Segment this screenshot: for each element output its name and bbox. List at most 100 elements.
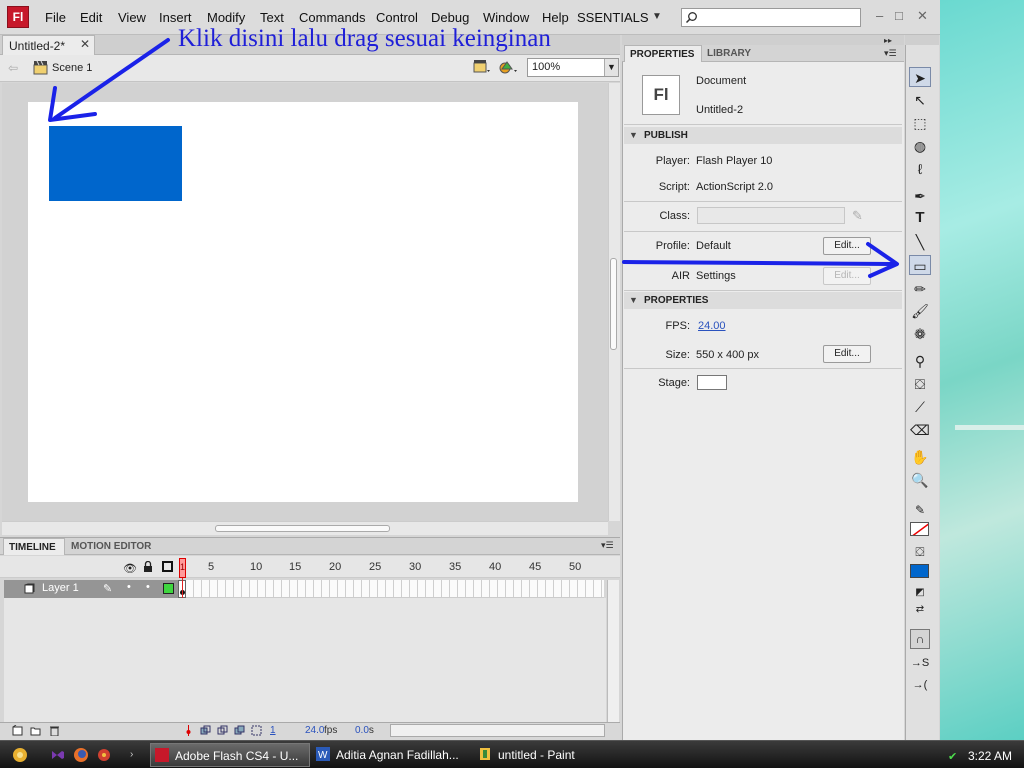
new-layer-icon[interactable]	[12, 725, 23, 736]
pen-tool-icon[interactable]: ✒	[909, 186, 931, 206]
stage-horizontal-scroll-thumb[interactable]	[215, 525, 390, 532]
selection-tool-icon[interactable]: ➤	[909, 67, 931, 87]
chevron-down-icon[interactable]: ▼	[652, 11, 662, 22]
menu-edit[interactable]: Edit	[80, 10, 102, 25]
minimize-button[interactable]: –	[876, 8, 883, 23]
size-value: 550 x 400 px	[696, 349, 759, 361]
menu-modify[interactable]: Modify	[207, 10, 245, 25]
layer-frames[interactable]	[186, 580, 604, 598]
lock-dot[interactable]: •	[146, 581, 150, 593]
eraser-tool-icon[interactable]: ⌫	[909, 420, 931, 440]
onion-skin-outlines-icon[interactable]	[217, 725, 228, 736]
stage-vertical-scroll-thumb[interactable]	[610, 258, 617, 350]
fill-color-swatch[interactable]	[910, 564, 929, 578]
timeline-header	[0, 556, 620, 578]
layer-name[interactable]: Layer 1	[42, 582, 79, 594]
task-word-document[interactable]: W Aditia Agnan Fadillah...	[312, 743, 472, 767]
layer-outline-color[interactable]	[163, 583, 174, 594]
menu-insert[interactable]: Insert	[159, 10, 192, 25]
blue-rectangle-shape[interactable]	[49, 126, 182, 201]
maximize-button[interactable]: □	[895, 8, 903, 23]
deco-tool-icon[interactable]: ❁	[909, 324, 931, 344]
bone-tool-icon[interactable]: ⚲	[909, 351, 931, 371]
collapse-panel-icon[interactable]: ▸▸	[884, 36, 892, 45]
modify-onion-markers-icon[interactable]	[251, 725, 262, 736]
straighten-icon[interactable]: →(	[909, 675, 931, 695]
lock-icon[interactable]	[143, 561, 153, 572]
task-adobe-flash[interactable]: Adobe Flash CS4 - U...	[150, 743, 310, 767]
brush-tool-icon[interactable]: 🖌	[909, 301, 931, 321]
system-clock[interactable]: 3:22 AM	[968, 749, 1012, 763]
workspace-switcher[interactable]: SSENTIALS	[577, 10, 649, 25]
center-frame-icon[interactable]	[183, 725, 194, 736]
current-frame[interactable]: 1	[270, 725, 276, 736]
menu-commands[interactable]: Commands	[299, 10, 365, 25]
stage-color-swatch[interactable]	[697, 375, 727, 390]
smooth-icon[interactable]: →S	[909, 653, 931, 673]
size-edit-button[interactable]: Edit...	[823, 345, 871, 363]
visual-studio-icon[interactable]	[50, 747, 66, 763]
new-folder-icon[interactable]	[30, 725, 41, 736]
hand-tool-icon[interactable]: ✋	[909, 447, 931, 467]
fps-value[interactable]: 24.00	[698, 320, 726, 332]
network-tray-icon[interactable]: ✔	[948, 750, 957, 763]
close-tab-icon[interactable]: ✕	[80, 37, 90, 51]
trash-icon[interactable]	[49, 725, 60, 736]
panel-menu-icon[interactable]: ▾☰	[601, 540, 614, 551]
menu-debug[interactable]: Debug	[431, 10, 469, 25]
script-label: Script:	[658, 181, 690, 193]
scene-breadcrumb[interactable]: Scene 1	[52, 62, 92, 74]
subselection-tool-icon[interactable]: ↖	[909, 90, 931, 110]
snap-magnet-icon[interactable]: ∩	[910, 629, 930, 649]
help-search-input[interactable]	[681, 8, 861, 27]
menu-text[interactable]: Text	[260, 10, 284, 25]
publish-section-header[interactable]: ▼ PUBLISH	[624, 127, 902, 144]
start-button-icon[interactable]	[12, 747, 28, 763]
stroke-color-swatch[interactable]	[910, 522, 929, 536]
lasso-tool-icon[interactable]: ℓ	[909, 159, 931, 179]
3d-rotation-tool-icon[interactable]: ◍	[909, 136, 931, 156]
chevron-down-icon[interactable]: ▼	[604, 59, 618, 76]
menu-help[interactable]: Help	[542, 10, 569, 25]
menu-file[interactable]: File	[45, 10, 66, 25]
line-tool-icon[interactable]: ╲	[909, 232, 931, 252]
tab-library[interactable]: LIBRARY	[707, 48, 751, 59]
tab-timeline[interactable]: TIMELINE	[3, 538, 65, 555]
edit-symbols-icon[interactable]	[499, 59, 519, 75]
panel-menu-icon[interactable]: ▾☰	[884, 48, 897, 59]
frame-rate[interactable]: 24.0	[305, 725, 324, 736]
timeline-horizontal-scrollbar[interactable]	[390, 724, 605, 737]
firefox-icon[interactable]	[73, 747, 89, 763]
annotation-text: Klik disini lalu drag sesuai keinginan	[178, 25, 551, 52]
class-input[interactable]	[697, 207, 845, 224]
close-window-button[interactable]: ✕	[917, 8, 928, 24]
timeline-vertical-scrollbar[interactable]	[607, 580, 619, 722]
eyedropper-tool-icon[interactable]: ⟋	[909, 397, 931, 417]
profile-edit-button[interactable]: Edit...	[823, 237, 871, 255]
task-paint[interactable]: untitled - Paint	[474, 743, 634, 767]
back-arrow-icon[interactable]: ⇦	[8, 61, 18, 75]
onion-skin-icon[interactable]	[200, 725, 211, 736]
app-launcher-icon[interactable]	[96, 747, 112, 763]
pencil-icon[interactable]: ✎	[852, 208, 863, 224]
paint-bucket-tool-icon[interactable]: ⛋	[909, 374, 931, 394]
properties-section-header[interactable]: ▼ PROPERTIES	[624, 292, 902, 309]
zoom-tool-icon[interactable]: 🔍	[909, 470, 931, 490]
edit-scene-icon[interactable]	[473, 59, 491, 75]
pencil-tool-icon[interactable]: ✏	[909, 279, 931, 299]
edit-multiple-frames-icon[interactable]	[234, 725, 245, 736]
eye-icon[interactable]: 👁	[123, 562, 137, 575]
menu-window[interactable]: Window	[483, 10, 529, 25]
free-transform-tool-icon[interactable]: ⬚	[909, 113, 931, 133]
tab-properties[interactable]: PROPERTIES	[624, 45, 702, 62]
fps-label: FPS:	[665, 320, 690, 332]
tab-motion-editor[interactable]: MOTION EDITOR	[71, 541, 151, 552]
menu-view[interactable]: View	[118, 10, 146, 25]
outline-square-icon[interactable]	[162, 561, 173, 572]
text-tool-icon[interactable]: T	[909, 208, 931, 228]
visibility-dot[interactable]: •	[127, 581, 131, 593]
rectangle-tool-icon[interactable]: ▭	[909, 255, 931, 275]
taskbar-chevron-icon[interactable]: ›	[130, 749, 133, 760]
menu-control[interactable]: Control	[376, 10, 418, 25]
swap-colors-icon[interactable]: ⇄	[909, 600, 931, 620]
